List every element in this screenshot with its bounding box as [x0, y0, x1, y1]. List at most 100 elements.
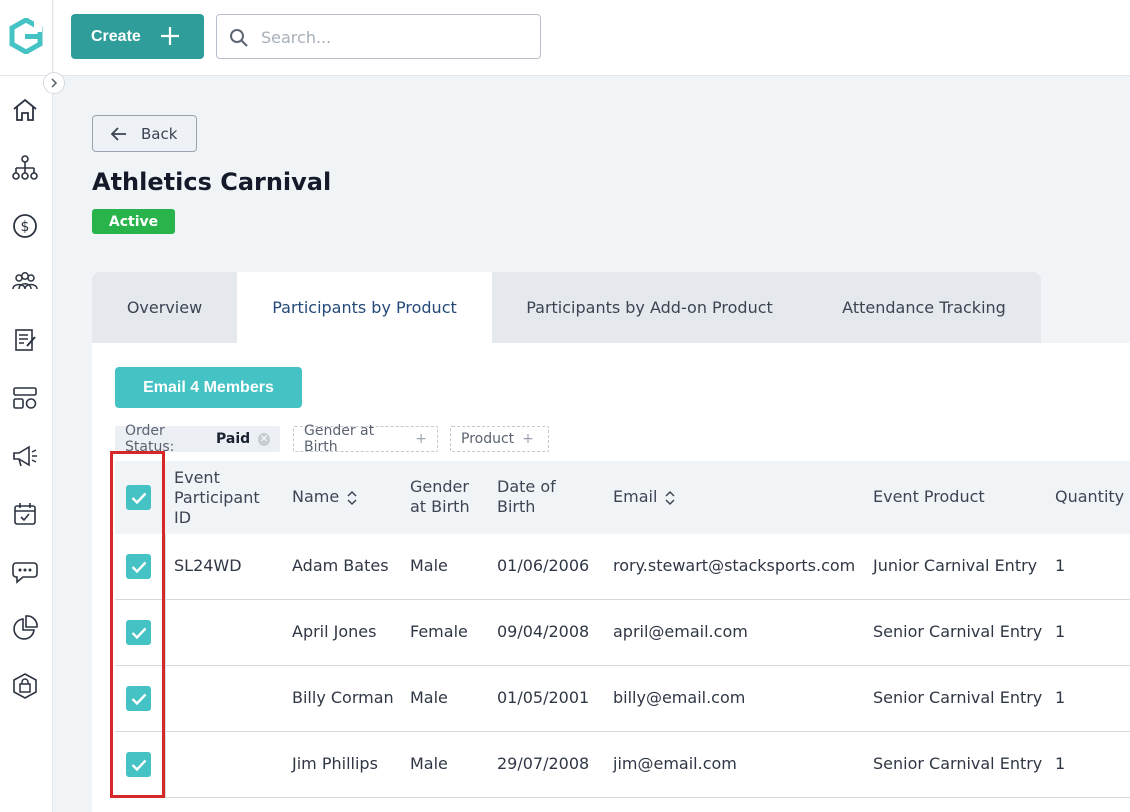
plus-icon	[161, 27, 179, 45]
cell-quantity: 1	[1055, 622, 1066, 641]
header-name[interactable]: Name	[292, 487, 357, 507]
cell-email: jim@email.com	[613, 754, 737, 773]
header-gender-at-birth: Gender at Birth	[410, 477, 470, 516]
create-button-label: Create	[91, 27, 141, 45]
nav-forms-icon[interactable]	[9, 324, 41, 356]
svg-text:$: $	[21, 219, 30, 235]
cell-quantity: 1	[1055, 754, 1066, 773]
tab-attendance-tracking[interactable]: Attendance Tracking	[807, 272, 1041, 343]
cell-event-product: Senior Carnival Entry	[873, 754, 1043, 773]
filter-order-status-value: Paid	[216, 431, 251, 447]
cell-name: Adam Bates	[292, 556, 389, 575]
cell-gender: Male	[410, 688, 448, 707]
nav-chat-icon[interactable]	[9, 555, 41, 587]
filter-gender-label: Gender at Birth	[304, 423, 375, 455]
participants-panel: Email 4 Members Order Status: Paid ✕ Gen…	[92, 343, 1130, 812]
header-quantity: Quantity	[1055, 487, 1125, 506]
cell-dob: 01/06/2006	[497, 556, 590, 575]
nav-shop-icon[interactable]	[9, 670, 41, 702]
table-header: Event Participant ID Name Gender at Birt…	[115, 461, 1130, 534]
cell-email: rory.stewart@stacksports.com	[613, 556, 856, 575]
checkmark-icon	[131, 759, 146, 771]
sort-icon	[665, 490, 675, 505]
filter-order-status-label: Order Status:	[125, 423, 175, 455]
table-row[interactable]: SL24WD Adam Bates Male 01/06/2006 rory.s…	[115, 534, 1130, 600]
tab-participants-by-product[interactable]: Participants by Product	[237, 272, 492, 343]
add-filter-icon: +	[522, 431, 534, 447]
search-icon	[230, 29, 248, 47]
nav-megaphone-icon[interactable]	[9, 440, 41, 472]
tab-overview[interactable]: Overview	[92, 272, 237, 343]
cell-name: Billy Corman	[292, 688, 394, 707]
checkmark-icon	[131, 693, 146, 705]
row-checkbox[interactable]	[126, 686, 151, 711]
cell-gender: Female	[410, 622, 468, 641]
arrow-left-icon	[111, 126, 126, 141]
cell-email: billy@email.com	[613, 688, 746, 707]
cell-name: Jim Phillips	[292, 754, 378, 773]
nav-home-icon[interactable]	[9, 94, 41, 126]
header-email[interactable]: Email	[613, 487, 675, 507]
tab-participants-by-addon-product[interactable]: Participants by Add-on Product	[492, 272, 807, 343]
row-checkbox[interactable]	[126, 620, 151, 645]
cell-event-product: Senior Carnival Entry	[873, 622, 1043, 641]
row-checkbox[interactable]	[126, 554, 151, 579]
select-all-checkbox[interactable]	[126, 485, 151, 510]
nav-calendar-icon[interactable]	[9, 498, 41, 530]
status-badge: Active	[92, 209, 175, 234]
column-divider	[165, 534, 166, 600]
nav-org-chart-icon[interactable]	[9, 152, 41, 184]
header-name-label: Name	[292, 487, 340, 506]
checkmark-icon	[131, 627, 146, 639]
sidebar-expand-button[interactable]	[43, 72, 65, 94]
checkmark-icon	[131, 492, 146, 504]
sidebar: $	[0, 0, 53, 812]
filter-order-status[interactable]: Order Status: Paid ✕	[115, 423, 280, 455]
column-divider	[165, 732, 166, 798]
cell-participant-id: SL24WD	[174, 556, 242, 575]
row-checkbox[interactable]	[126, 752, 151, 777]
app-logo-icon[interactable]	[8, 17, 44, 55]
remove-filter-icon[interactable]: ✕	[258, 432, 270, 446]
column-divider	[165, 666, 166, 732]
cell-dob: 09/04/2008	[497, 622, 590, 641]
header-email-label: Email	[613, 487, 658, 506]
cell-gender: Male	[410, 754, 448, 773]
filter-product[interactable]: Product +	[450, 426, 549, 452]
nav-members-icon[interactable]	[9, 266, 41, 298]
back-button[interactable]: Back	[92, 115, 197, 152]
header-date-of-birth: Date of Birth	[497, 477, 556, 516]
search-input[interactable]	[261, 25, 531, 49]
nav-programs-icon[interactable]	[9, 382, 41, 414]
sort-icon	[347, 490, 357, 505]
tab-bar: Overview Participants by Product Partici…	[92, 272, 1041, 343]
filter-product-label: Product	[461, 431, 515, 447]
cell-quantity: 1	[1055, 688, 1066, 707]
nav-dollar-icon[interactable]: $	[9, 210, 41, 242]
cell-email: april@email.com	[613, 622, 748, 641]
cell-name: April Jones	[292, 622, 377, 641]
cell-gender: Male	[410, 556, 448, 575]
cell-event-product: Junior Carnival Entry	[873, 556, 1038, 575]
back-button-label: Back	[141, 124, 178, 143]
column-divider	[165, 600, 166, 666]
cell-dob: 29/07/2008	[497, 754, 590, 773]
email-members-button[interactable]: Email 4 Members	[115, 367, 302, 408]
page-title: Athletics Carnival	[92, 168, 332, 196]
cell-quantity: 1	[1055, 556, 1066, 575]
chevron-right-icon	[51, 78, 58, 88]
search-box[interactable]	[216, 14, 541, 59]
table-row[interactable]: April Jones Female 09/04/2008 april@emai…	[115, 600, 1130, 666]
cell-event-product: Senior Carnival Entry	[873, 688, 1043, 707]
filter-gender-at-birth[interactable]: Gender at Birth +	[293, 423, 438, 455]
nav-reports-icon[interactable]	[9, 612, 41, 644]
create-button[interactable]: Create	[71, 14, 204, 59]
table-row[interactable]: Jim Phillips Male 29/07/2008 jim@email.c…	[115, 732, 1130, 798]
header-participant-id: Event Participant ID	[174, 468, 260, 527]
add-filter-icon: +	[415, 431, 427, 447]
checkmark-icon	[131, 561, 146, 573]
table-row[interactable]: Billy Corman Male 01/05/2001 billy@email…	[115, 666, 1130, 732]
header-event-product: Event Product	[873, 487, 985, 506]
cell-dob: 01/05/2001	[497, 688, 590, 707]
top-bar: Create	[54, 0, 1130, 76]
